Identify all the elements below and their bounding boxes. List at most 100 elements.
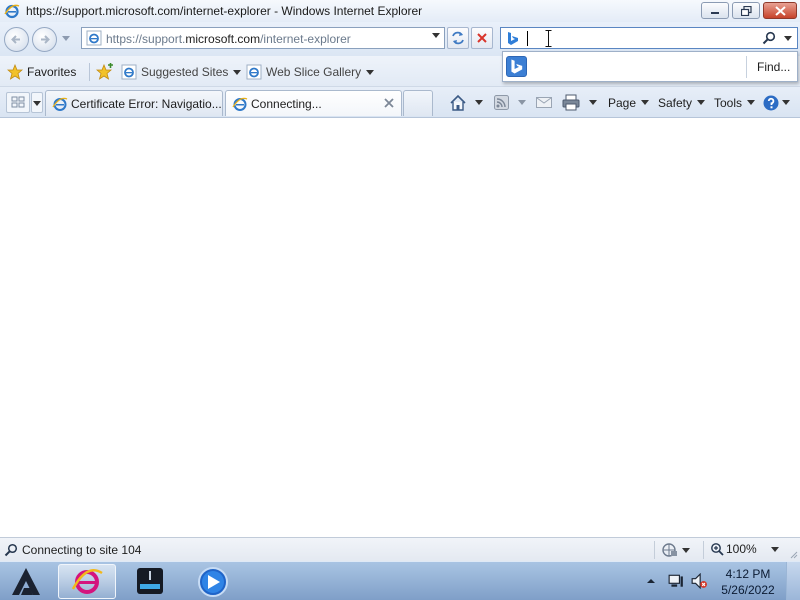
home-icon: [450, 94, 466, 111]
home-button[interactable]: [449, 92, 483, 113]
protected-mode-button[interactable]: [662, 542, 690, 558]
clock-date: 5/26/2022: [721, 583, 775, 597]
ie-page-icon: [86, 30, 102, 46]
restore-icon: [740, 5, 752, 16]
add-to-favorites-bar-button[interactable]: [96, 63, 114, 81]
chevron-down-icon: [366, 69, 375, 75]
help-icon: [763, 95, 779, 110]
chevron-down-icon: [518, 100, 526, 105]
status-divider: [703, 541, 704, 559]
tab-bar: Certificate Error: Navigatio... Connecti…: [0, 87, 800, 118]
safety-menu[interactable]: Safety: [658, 92, 706, 113]
url-prefix: https://support.: [106, 32, 186, 46]
safety-menu-label: Safety: [658, 95, 693, 110]
search-box[interactable]: [500, 27, 798, 49]
recent-pages-dropdown[interactable]: [62, 36, 70, 41]
resize-grip-icon[interactable]: [788, 549, 798, 559]
status-divider: [654, 541, 655, 559]
chevron-down-icon: [589, 100, 597, 105]
ie-page-icon: [52, 97, 68, 111]
search-suggestions-dropdown: Find...: [502, 51, 798, 82]
close-tab-icon[interactable]: [383, 97, 395, 109]
clock-time: 4:12 PM: [725, 567, 771, 581]
close-icon: [774, 5, 786, 16]
forward-button[interactable]: [32, 27, 57, 52]
print-button[interactable]: [562, 92, 597, 113]
chevron-down-icon: [782, 100, 790, 105]
taskbar-server-manager[interactable]: [121, 564, 179, 599]
show-hidden-icons-icon[interactable]: [644, 574, 658, 588]
zoom-icon: [711, 543, 724, 556]
chevron-down-icon: [233, 69, 242, 75]
tab-label: Certificate Error: Navigatio...: [71, 97, 222, 111]
favorites-label: Favorites: [27, 65, 77, 79]
tools-menu[interactable]: Tools: [714, 92, 756, 113]
volume-muted-icon[interactable]: [691, 573, 707, 589]
refresh-icon: [452, 31, 464, 45]
chevron-down-icon: [697, 100, 706, 105]
bing-icon: [508, 32, 518, 45]
favorites-button[interactable]: Favorites: [7, 64, 76, 80]
chevron-down-icon: [770, 546, 779, 552]
bing-icon: [511, 59, 523, 74]
rss-feed-icon: [494, 95, 509, 110]
quick-tabs-icon: [11, 96, 25, 108]
restore-button[interactable]: [732, 2, 760, 19]
title-bar: https://support.microsoft.com/internet-e…: [0, 0, 800, 22]
window-title: https://support.microsoft.com/internet-e…: [26, 4, 423, 18]
favorites-divider: [89, 63, 90, 81]
start-logo-icon: [12, 568, 40, 595]
start-button[interactable]: [8, 564, 48, 599]
minimize-icon: [711, 11, 719, 14]
minimize-button[interactable]: [701, 2, 729, 19]
chevron-down-icon: [475, 100, 483, 105]
page-content-area[interactable]: [0, 118, 800, 537]
find-on-page-button[interactable]: Find...: [757, 60, 790, 74]
help-button[interactable]: [763, 92, 790, 113]
taskbar-media-player[interactable]: [183, 564, 241, 599]
suggested-sites-button[interactable]: Suggested Sites: [121, 64, 242, 80]
forward-arrow-icon: [41, 35, 50, 44]
server-manager-icon: [137, 568, 163, 594]
add-favorite-star-icon: [96, 63, 113, 80]
read-mail-button[interactable]: [536, 92, 552, 113]
status-text: Connecting to site 104: [22, 543, 142, 557]
url-text: https://support.microsoft.com/internet-e…: [106, 32, 351, 46]
stop-icon: [477, 33, 487, 43]
bing-provider-button[interactable]: [506, 56, 527, 77]
chevron-down-icon: [682, 547, 690, 553]
close-window-button[interactable]: [763, 2, 797, 19]
tab-certificate-error[interactable]: Certificate Error: Navigatio...: [45, 90, 223, 116]
taskbar-internet-explorer[interactable]: [58, 564, 116, 599]
show-desktop-button[interactable]: [786, 562, 800, 600]
stop-button[interactable]: [471, 27, 493, 49]
feeds-button[interactable]: [494, 92, 526, 113]
quick-tabs-button[interactable]: [6, 92, 30, 113]
tab-list-button[interactable]: [31, 92, 43, 113]
tools-menu-label: Tools: [714, 95, 743, 110]
search-magnifier-icon: [4, 543, 18, 557]
system-clock[interactable]: 4:12 PM 5/26/2022: [712, 566, 784, 598]
url-suffix: /internet-explorer: [260, 32, 351, 46]
ie-page-icon: [246, 64, 262, 80]
zoom-level-button[interactable]: 100%: [710, 542, 779, 556]
web-slice-gallery-button[interactable]: Web Slice Gallery: [246, 64, 375, 80]
url-domain: microsoft.com: [185, 32, 261, 46]
zoom-value: 100%: [726, 542, 757, 556]
suggested-sites-label: Suggested Sites: [141, 65, 229, 79]
network-icon[interactable]: [668, 573, 684, 589]
address-bar[interactable]: https://support.microsoft.com/internet-e…: [81, 27, 445, 49]
new-tab-button[interactable]: [403, 90, 433, 116]
tab-connecting[interactable]: Connecting...: [225, 90, 402, 116]
back-button[interactable]: [4, 27, 29, 52]
refresh-button[interactable]: [447, 27, 469, 49]
chevron-down-icon: [641, 100, 650, 105]
ie-page-icon: [121, 64, 137, 80]
mail-icon: [536, 97, 552, 108]
address-dropdown-icon[interactable]: [432, 33, 440, 38]
search-options-dropdown-icon[interactable]: [784, 36, 792, 41]
search-icon[interactable]: [762, 31, 776, 45]
page-menu[interactable]: Page: [608, 92, 650, 113]
star-icon: [7, 64, 23, 80]
chevron-down-icon: [747, 100, 756, 105]
